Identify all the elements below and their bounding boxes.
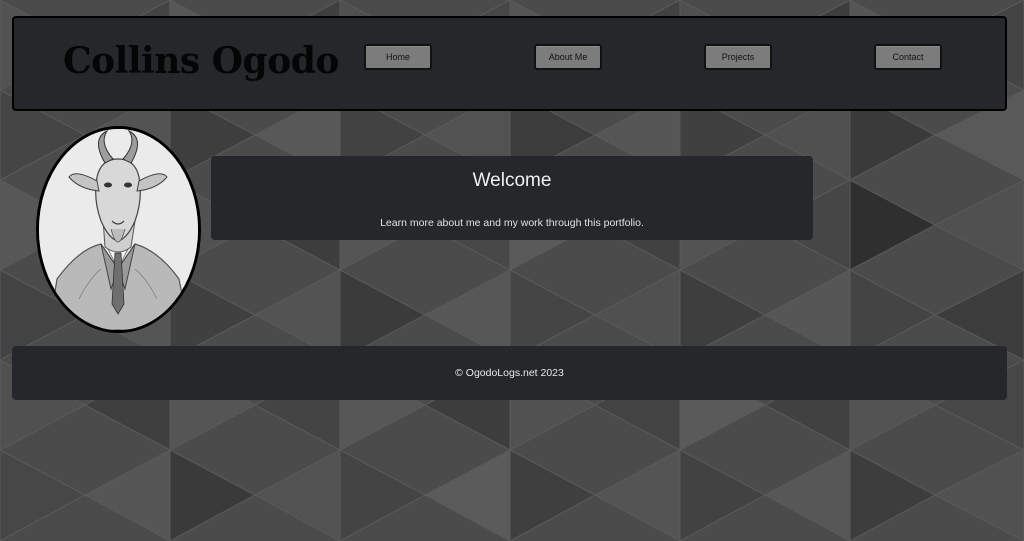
footer-copyright: © OgodoLogs.net 2023 bbox=[455, 367, 564, 379]
site-footer: © OgodoLogs.net 2023 bbox=[12, 346, 1007, 400]
nav-contact-button[interactable]: Contact bbox=[874, 44, 942, 70]
nav-about-me-button[interactable]: About Me bbox=[534, 44, 602, 70]
welcome-panel: Welcome Learn more about me and my work … bbox=[211, 156, 813, 240]
site-header: Collins Ogodo Home About Me Projects Con… bbox=[12, 16, 1007, 111]
welcome-description: Learn more about me and my work through … bbox=[380, 217, 644, 229]
site-title: Collins Ogodo bbox=[63, 40, 339, 82]
profile-portrait-image bbox=[36, 126, 201, 333]
welcome-heading: Welcome bbox=[472, 170, 552, 191]
nav-projects-button[interactable]: Projects bbox=[704, 44, 772, 70]
nav-home-button[interactable]: Home bbox=[364, 44, 432, 70]
